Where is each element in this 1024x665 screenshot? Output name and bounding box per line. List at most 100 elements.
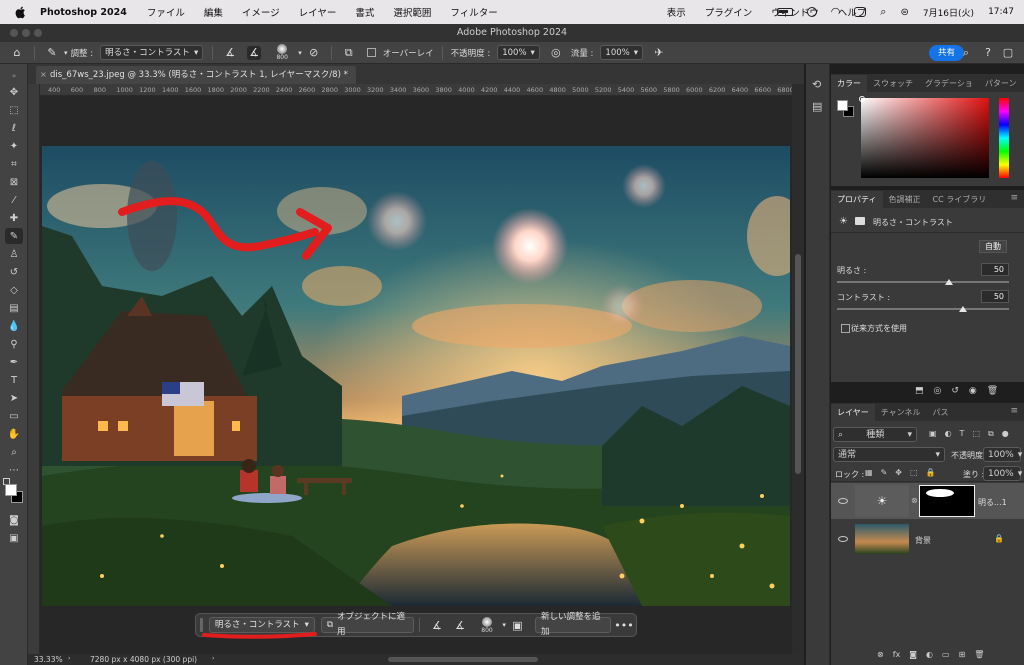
adjustment-filter-icon[interactable]: ◐ <box>945 429 952 439</box>
tab-color[interactable]: カラー <box>831 75 867 92</box>
menu-select[interactable]: 選択範囲 <box>393 5 431 19</box>
search-icon[interactable]: ⌕ <box>880 5 886 19</box>
visibility-eye-icon[interactable] <box>838 498 848 504</box>
new-adjustment-button[interactable]: 新しい調整を追加 <box>535 612 612 637</box>
type-tool-icon[interactable]: T <box>5 372 23 388</box>
blur-tool-icon[interactable]: 💧 <box>5 318 23 334</box>
workspace-icon[interactable]: ▢ <box>1001 46 1015 60</box>
sample-all-layers-icon[interactable]: ⧉ <box>342 46 356 60</box>
tab-cc-libraries[interactable]: CC ライブラリ <box>927 191 993 208</box>
color-field[interactable] <box>861 98 989 178</box>
control-center-icon[interactable]: ⊜ <box>900 7 908 18</box>
menu-layer[interactable]: レイヤー <box>299 5 337 19</box>
flow-input[interactable]: 100% ▾ <box>600 45 643 60</box>
foreground-color-swatch[interactable] <box>5 484 17 496</box>
menu-file[interactable]: ファイル <box>147 5 185 19</box>
brightness-input[interactable]: 50 <box>981 263 1009 276</box>
history-panel-icon[interactable]: ⟲ <box>812 78 821 91</box>
hand-tool-icon[interactable]: ✋ <box>5 426 23 442</box>
zoom-level[interactable]: 33.33% <box>34 655 63 664</box>
layer-name[interactable]: 明る...1 <box>978 497 1007 508</box>
delete-icon[interactable]: 🗑 <box>987 386 998 396</box>
add-mask-icon[interactable]: ◙ <box>909 650 917 659</box>
zoom-window-button[interactable] <box>34 29 42 37</box>
menu-filter[interactable]: フィルター <box>450 5 497 19</box>
airbrush-icon[interactable]: ✈ <box>652 46 666 60</box>
smart-object-filter-icon[interactable]: ⧉ <box>988 429 994 439</box>
close-tab-icon[interactable]: × <box>40 66 47 84</box>
erase-mode-icon[interactable]: ∡ <box>247 45 262 60</box>
quick-mask-icon[interactable]: ◙ <box>5 512 23 528</box>
comments-panel-icon[interactable]: ▤ <box>812 100 822 113</box>
zoom-tool-icon[interactable]: ⌕ <box>5 444 23 460</box>
link-icon[interactable]: ⊗ <box>911 496 918 505</box>
healing-brush-tool-icon[interactable]: ✚ <box>5 210 23 226</box>
lock-artboard-icon[interactable]: ⬚ <box>910 468 918 477</box>
opacity-input[interactable]: 100% ▾ <box>497 45 540 60</box>
quick-select-tool-icon[interactable]: ✦ <box>5 138 23 154</box>
lasso-tool-icon[interactable]: ℓ <box>5 120 23 136</box>
fill-input[interactable]: 100% ▾ <box>983 466 1022 481</box>
tab-properties[interactable]: プロパティ <box>831 191 883 208</box>
overlay-checkbox[interactable] <box>366 48 376 57</box>
more-options-button[interactable]: ••• <box>614 618 633 632</box>
menubar-date[interactable]: 7月16日(火) <box>923 6 974 19</box>
brush-preset-picker[interactable]: 800 <box>271 43 293 63</box>
panel-menu-icon[interactable]: ≡ <box>1010 406 1018 416</box>
frame-tool-icon[interactable]: ⊠ <box>5 174 23 190</box>
pen-tool-icon[interactable]: ✒ <box>5 354 23 370</box>
tab-gradients[interactable]: グラデーショ <box>919 75 979 92</box>
blend-mode-select[interactable]: 通常 ▾ <box>833 447 945 462</box>
tab-paths[interactable]: パス <box>927 404 955 421</box>
adjustment-select[interactable]: 明るさ・コントラスト ▾ <box>100 45 204 60</box>
brightness-slider-knob[interactable] <box>945 279 953 285</box>
document-tab[interactable]: × dis_67ws_23.jpeg @ 33.3% (明るさ・コントラスト 1… <box>36 66 356 84</box>
brush-settings-icon[interactable]: ⊘ <box>307 46 321 60</box>
chevron-right-icon[interactable]: › <box>212 655 214 662</box>
adjustment-brush-tool-icon[interactable]: ✎ <box>5 228 23 244</box>
reset-icon[interactable]: ↺ <box>951 386 959 396</box>
home-icon[interactable]: ⌂ <box>10 46 24 60</box>
paint-mode-icon[interactable]: ∡ <box>430 618 443 632</box>
eraser-tool-icon[interactable]: ◇ <box>5 282 23 298</box>
menu-type[interactable]: 書式 <box>355 5 374 19</box>
new-group-icon[interactable]: ▭ <box>942 650 950 659</box>
tab-patterns[interactable]: パターン <box>979 75 1023 92</box>
chevron-down-icon[interactable]: ▾ <box>64 49 68 57</box>
mask-icon[interactable] <box>855 217 865 225</box>
clip-to-layer-icon[interactable]: ⬒ <box>915 386 924 396</box>
history-brush-tool-icon[interactable]: ↺ <box>5 264 23 280</box>
crop-tool-icon[interactable]: ⌗ <box>5 156 23 172</box>
link-layers-icon[interactable]: ⊗ <box>877 650 884 659</box>
layer-mask-thumbnail[interactable] <box>919 485 975 517</box>
pressure-opacity-icon[interactable]: ◎ <box>549 46 563 60</box>
dodge-tool-icon[interactable]: ⚲ <box>5 336 23 352</box>
marquee-tool-icon[interactable]: ⬚ <box>5 102 23 118</box>
foreground-color-swatch[interactable] <box>837 100 848 111</box>
layer-opacity-input[interactable]: 100% ▾ <box>983 447 1022 462</box>
mask-options-icon[interactable]: ▣ <box>511 618 524 632</box>
user-icon[interactable] <box>806 7 817 17</box>
tab-swatches[interactable]: スウォッチ <box>867 75 919 92</box>
color-picker-handle[interactable] <box>859 96 865 102</box>
apply-to-object-button[interactable]: ⧉ オブジェクトに適用 <box>320 612 415 637</box>
lock-pixels-icon[interactable]: ✎ <box>881 468 888 477</box>
new-adjustment-icon[interactable]: ◐ <box>926 650 933 659</box>
search-icon[interactable]: ⌕ <box>959 46 973 60</box>
chevron-down-icon[interactable]: ▾ <box>298 49 302 57</box>
path-select-tool-icon[interactable]: ➤ <box>5 390 23 406</box>
filter-toggle-icon[interactable]: ● <box>1002 429 1009 439</box>
tab-channels[interactable]: チャンネル <box>875 404 927 421</box>
apple-icon[interactable] <box>14 5 28 19</box>
menu-plugins[interactable]: プラグイン <box>705 5 753 19</box>
layer-row-background[interactable]: 背景 🔒 <box>831 521 1024 557</box>
chevron-down-icon[interactable]: ▾ <box>502 621 506 629</box>
lock-transparency-icon[interactable]: ▦ <box>865 468 873 477</box>
adjustment-brush-tool-icon[interactable]: ✎ <box>45 46 59 60</box>
scroll-thumb[interactable] <box>795 254 801 474</box>
hue-slider[interactable] <box>999 98 1009 178</box>
screen-mode-icon[interactable]: ▣ <box>5 530 23 546</box>
wifi-icon[interactable]: ◠ <box>831 6 841 17</box>
layer-row-adjustment[interactable]: ☀ ⊗ 明る...1 <box>831 483 1024 519</box>
layer-style-icon[interactable]: fx <box>893 650 901 659</box>
